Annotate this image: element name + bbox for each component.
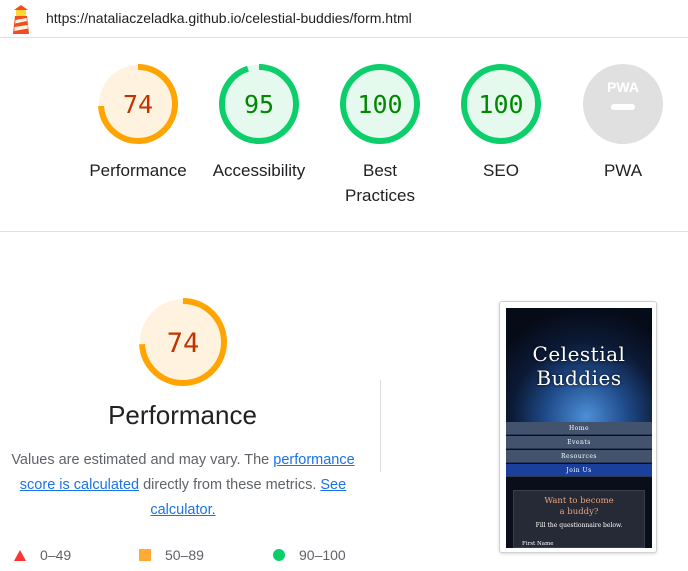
accessibility-gauge-ring: 95	[219, 64, 299, 144]
triangle-fail-icon	[14, 549, 26, 561]
seo-score: 100	[478, 90, 523, 119]
final-screenshot-thumbnail[interactable]: Celestial Buddies Home Events Resources …	[499, 301, 657, 553]
legend-fail-range: 0–49	[40, 547, 72, 563]
screenshot-title-line1: Celestial	[532, 342, 626, 366]
performance-label: Performance	[89, 161, 187, 180]
gauge-seo[interactable]: 100 SEO	[441, 62, 561, 183]
gauge-best-practices[interactable]: 100 Best Practices	[320, 62, 440, 208]
performance-detail-gauge[interactable]: 74	[137, 296, 229, 388]
screenshot-nav-events: Events	[506, 436, 652, 449]
gauge-pwa[interactable]: PWA PWA	[563, 62, 683, 183]
page-url[interactable]: https://nataliaczeladka.github.io/celest…	[46, 10, 412, 26]
screenshot-field-label: First Name	[522, 541, 554, 547]
svg-text:PWA: PWA	[607, 79, 639, 95]
legend-average: 50–89	[139, 545, 204, 565]
pwa-label: PWA	[603, 161, 643, 180]
legend-pass: 90–100	[273, 545, 346, 565]
note-mid: directly from these metrics.	[143, 477, 317, 493]
square-average-icon	[139, 549, 151, 561]
screenshot-heading-line2: a buddy?	[559, 507, 599, 517]
legend-average-range: 50–89	[165, 547, 204, 563]
accessibility-label: Accessibility	[212, 161, 306, 180]
screenshot-image: Celestial Buddies Home Events Resources …	[506, 308, 652, 548]
legend-pass-range: 90–100	[299, 547, 346, 563]
best-practices-score: 100	[357, 90, 402, 119]
vertical-divider	[380, 380, 381, 472]
gauge-accessibility[interactable]: 95 Accessibility	[199, 62, 319, 183]
seo-gauge-ring: 100	[461, 64, 541, 144]
gauge-performance[interactable]: 74 Performance	[78, 62, 198, 183]
pwa-icon: PWA	[583, 64, 663, 144]
screenshot-title-line2: Buddies	[536, 366, 622, 390]
best-practices-gauge-ring: 100	[340, 64, 420, 144]
performance-note: Values are estimated and may vary. The p…	[8, 448, 358, 523]
circle-pass-icon	[273, 549, 285, 561]
screenshot-nav-join: Join Us	[506, 464, 652, 477]
screenshot-nav-resources: Resources	[506, 450, 652, 463]
legend-fail: 0–49	[14, 545, 71, 565]
report-header: https://nataliaczeladka.github.io/celest…	[0, 0, 688, 38]
screenshot-heading-line1: Want to become	[544, 496, 614, 506]
performance-title: Performance	[108, 400, 257, 430]
performance-score: 74	[123, 90, 153, 119]
performance-gauge-ring: 74	[98, 64, 178, 144]
screenshot-subtext: Fill the questionnaire below.	[535, 522, 623, 529]
section-divider	[0, 231, 688, 232]
seo-label: SEO	[483, 161, 519, 180]
note-prefix: Values are estimated and may vary. The	[11, 452, 270, 468]
best-practices-label: Best Practices	[345, 161, 415, 205]
screenshot-nav-home: Home	[506, 422, 652, 435]
performance-detail-score: 74	[167, 328, 200, 359]
accessibility-score: 95	[244, 90, 274, 119]
lighthouse-logo-icon	[13, 5, 29, 34]
